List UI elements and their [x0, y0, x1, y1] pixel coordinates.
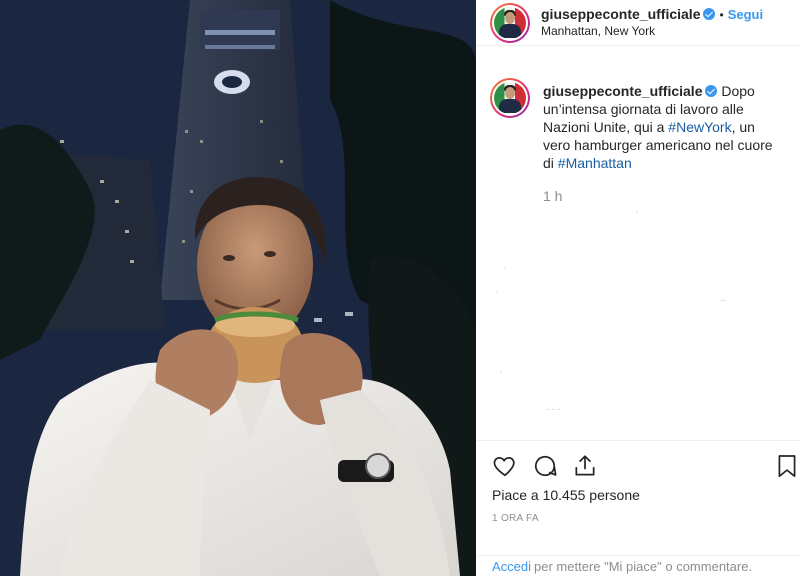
- post-sidebar: giuseppeconte_ufficiale • Segui Manhattan,…: [476, 0, 800, 576]
- caption-username[interactable]: giuseppeconte_ufficiale: [543, 83, 702, 99]
- author-avatar[interactable]: [490, 3, 530, 43]
- placeholder-mark: ': [636, 210, 638, 220]
- caption-avatar[interactable]: [490, 78, 530, 118]
- placeholder-mark: - - -: [546, 404, 560, 414]
- follow-button[interactable]: Segui: [728, 7, 763, 22]
- placeholder-mark: ': [496, 290, 498, 300]
- share-upload-icon[interactable]: [572, 453, 598, 479]
- bookmark-outline-icon[interactable]: [774, 453, 800, 479]
- comment-bubble-icon[interactable]: [532, 453, 558, 479]
- placeholder-mark: ': [500, 370, 502, 380]
- post-location[interactable]: Manhattan, New York: [541, 24, 655, 38]
- login-prompt-text: per mettere "Mi piace" o commentare.: [534, 559, 753, 574]
- hashtag-manhattan[interactable]: #Manhattan: [558, 155, 632, 171]
- photo-illustration: [0, 0, 476, 576]
- separator-dot: •: [719, 8, 724, 22]
- post-header: giuseppeconte_ufficiale • Segui Manhattan,…: [476, 0, 800, 46]
- login-prompt: Accedi per mettere "Mi piace" o commentar…: [476, 555, 800, 576]
- placeholder-mark: ': [504, 266, 506, 276]
- login-link[interactable]: Accedi: [492, 559, 531, 574]
- author-username[interactable]: giuseppeconte_ufficiale: [541, 6, 700, 22]
- verified-badge-icon: [703, 8, 716, 20]
- likes-count[interactable]: Piace a 10.455 persone: [492, 487, 640, 503]
- caption-age: 1 h: [543, 188, 563, 204]
- heart-outline-icon[interactable]: [492, 453, 518, 479]
- hashtag-newyork[interactable]: #NewYork: [668, 119, 731, 135]
- post-timestamp[interactable]: 1 ORA FA: [492, 513, 539, 524]
- placeholder-mark: --: [720, 295, 726, 305]
- header-title-row: giuseppeconte_ufficiale • Segui: [541, 6, 763, 22]
- post-actions: Piace a 10.455 persone 1 ORA FA Accedi pe…: [476, 440, 800, 576]
- post-photo[interactable]: [0, 0, 476, 576]
- verified-badge-icon: [705, 85, 718, 97]
- post-caption: giuseppeconte_ufficiale Dopo un’intensa …: [543, 82, 783, 172]
